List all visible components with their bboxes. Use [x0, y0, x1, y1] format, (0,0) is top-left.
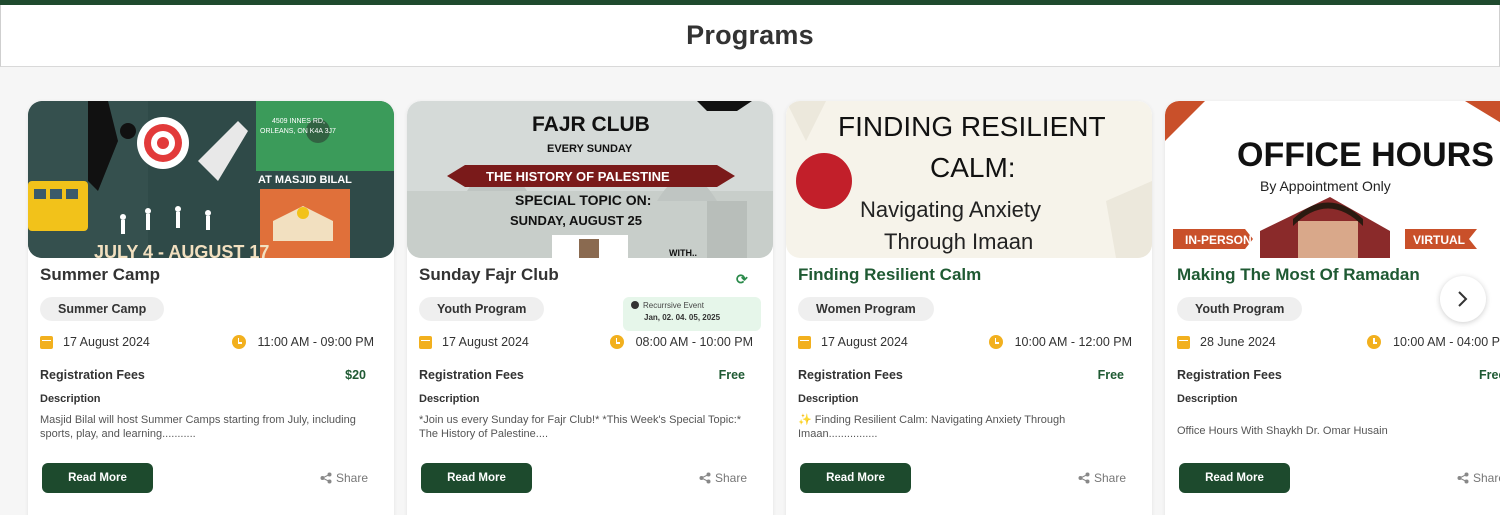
card-image-text: WITH.. — [669, 248, 697, 258]
recurring-label: Recurrsive Event — [643, 301, 704, 310]
share-label: Share — [714, 471, 747, 485]
description-label: Description — [419, 393, 480, 405]
share-label: Share — [1473, 471, 1500, 485]
carousel-next-button[interactable] — [1440, 276, 1486, 322]
date-text: 17 August 2024 — [442, 335, 529, 349]
card-title[interactable]: Making The Most Of Ramadan — [1177, 265, 1420, 285]
info-icon — [631, 301, 639, 309]
category-pill: Women Program — [798, 297, 934, 321]
share-button[interactable]: Share — [1078, 471, 1126, 485]
category-pill: Summer Camp — [40, 297, 165, 321]
card-image-text: AT MASJID BILAL — [258, 174, 352, 186]
read-more-button[interactable]: Read More — [42, 463, 153, 493]
date-text: 17 August 2024 — [63, 335, 150, 349]
recurring-event-badge: Recurrsive Event Jan, 02. 04. 05, 2025 — [623, 297, 761, 331]
event-time: 11:00 AM - 09:00 PM — [231, 335, 375, 349]
description-text: Masjid Bilal will host Summer Camps star… — [40, 414, 356, 440]
clock-icon — [609, 335, 624, 349]
calendar-icon — [419, 335, 432, 349]
share-icon — [1078, 472, 1090, 484]
card-image-text: FAJR CLUB — [532, 113, 650, 136]
event-date: 28 June 2024 — [1177, 335, 1276, 349]
fees-label: Registration Fees — [798, 368, 903, 382]
card-image-text: FINDING RESILIENT — [838, 111, 1106, 142]
share-button[interactable]: Share — [699, 471, 747, 485]
share-icon — [699, 472, 711, 484]
card-image-text: EVERY SUNDAY — [547, 143, 633, 155]
calendar-icon — [798, 335, 811, 349]
recurring-dates: Jan, 02. 04. 05, 2025 — [644, 313, 721, 322]
event-time: 10:00 AM - 12:00 PM — [988, 335, 1132, 349]
event-date: 17 August 2024 — [419, 335, 529, 349]
share-button[interactable]: Share — [1457, 471, 1500, 485]
card-image-text: SPECIAL TOPIC ON: — [515, 192, 651, 208]
event-date: 17 August 2024 — [798, 335, 908, 349]
fees-value: Free — [1479, 368, 1500, 382]
share-button[interactable]: Share — [320, 471, 368, 485]
page-header: Programs — [0, 5, 1500, 67]
category-pill: Youth Program — [419, 297, 545, 321]
card-title[interactable]: Finding Resilient Calm — [798, 265, 981, 285]
fees-value: Free — [1097, 368, 1124, 382]
date-text: 28 June 2024 — [1200, 335, 1276, 349]
program-card: FINDING RESILIENT CALM: Navigating Anxie… — [786, 101, 1152, 515]
clock-icon — [1367, 335, 1381, 349]
fees-value: Free — [718, 368, 745, 382]
fees-value: $20 — [345, 368, 366, 382]
card-image-text: By Appointment Only — [1260, 178, 1391, 194]
card-image-text: JULY 4 - AUGUST 17 — [94, 242, 269, 258]
event-time: 10:00 AM - 04:00 PM — [1367, 335, 1500, 349]
card-image[interactable]: OFFICE HOURS By Appointment Only IN-PERS… — [1165, 101, 1500, 258]
clock-icon — [988, 335, 1003, 349]
description-label: Description — [1177, 393, 1238, 405]
card-image-text: ORLEANS, ON K4A 3J7 — [260, 128, 336, 135]
fees-label: Registration Fees — [40, 368, 145, 382]
fees-label: Registration Fees — [419, 368, 524, 382]
card-image-text: Navigating Anxiety — [860, 197, 1041, 222]
calendar-icon — [40, 335, 53, 349]
description-label: Description — [40, 393, 101, 405]
date-text: 17 August 2024 — [821, 335, 908, 349]
calendar-icon — [1177, 335, 1190, 349]
card-image-text: CALM: — [930, 152, 1016, 183]
read-more-button[interactable]: Read More — [800, 463, 911, 493]
card-image[interactable]: 4509 INNES RD, ORLEANS, ON K4A 3J7 AT MA… — [28, 101, 394, 258]
description-text: ✨ Finding Resilient Calm: Navigating Anx… — [798, 414, 1066, 440]
share-icon — [1457, 472, 1469, 484]
share-label: Share — [1093, 471, 1126, 485]
card-image-text: VIRTUAL — [1413, 233, 1465, 247]
time-text: 10:00 AM - 04:00 PM — [1393, 335, 1500, 349]
card-image-text: IN-PERSON — [1185, 233, 1252, 247]
description-text: Office Hours With Shaykh Dr. Omar Husain — [1177, 425, 1388, 437]
category-pill: Youth Program — [1177, 297, 1303, 321]
share-icon — [320, 472, 332, 484]
card-title[interactable]: Summer Camp — [40, 265, 160, 285]
card-image-text: THE HISTORY OF PALESTINE — [486, 169, 670, 184]
time-text: 11:00 AM - 09:00 PM — [257, 335, 375, 349]
program-card: FAJR CLUB EVERY SUNDAY THE HISTORY OF PA… — [407, 101, 773, 515]
event-date: 17 August 2024 — [40, 335, 150, 349]
recurring-icon: ⟳ — [736, 271, 748, 287]
card-image-text: SUNDAY, AUGUST 25 — [510, 213, 642, 228]
description-label: Description — [798, 393, 859, 405]
read-more-button[interactable]: Read More — [421, 463, 532, 493]
card-image[interactable]: FINDING RESILIENT CALM: Navigating Anxie… — [786, 101, 1152, 258]
read-more-button[interactable]: Read More — [1179, 463, 1290, 493]
program-card: 4509 INNES RD, ORLEANS, ON K4A 3J7 AT MA… — [28, 101, 394, 515]
time-text: 10:00 AM - 12:00 PM — [1014, 335, 1132, 349]
event-time: 08:00 AM - 10:00 PM — [609, 335, 753, 349]
share-label: Share — [335, 471, 368, 485]
clock-icon — [231, 335, 246, 349]
time-text: 08:00 AM - 10:00 PM — [635, 335, 753, 349]
card-image[interactable]: FAJR CLUB EVERY SUNDAY THE HISTORY OF PA… — [407, 101, 773, 258]
card-image-text: Through Imaan — [884, 229, 1033, 254]
card-image-text: OFFICE HOURS — [1237, 136, 1494, 174]
description-text: *Join us every Sunday for Fajr Club!* *T… — [419, 414, 742, 440]
programs-carousel: 4509 INNES RD, ORLEANS, ON K4A 3J7 AT MA… — [0, 67, 1500, 515]
page-title: Programs — [686, 20, 814, 50]
chevron-right-icon — [1458, 291, 1468, 307]
card-image-text: 4509 INNES RD, — [272, 118, 325, 125]
card-title[interactable]: Sunday Fajr Club — [419, 265, 559, 285]
fees-label: Registration Fees — [1177, 368, 1282, 382]
